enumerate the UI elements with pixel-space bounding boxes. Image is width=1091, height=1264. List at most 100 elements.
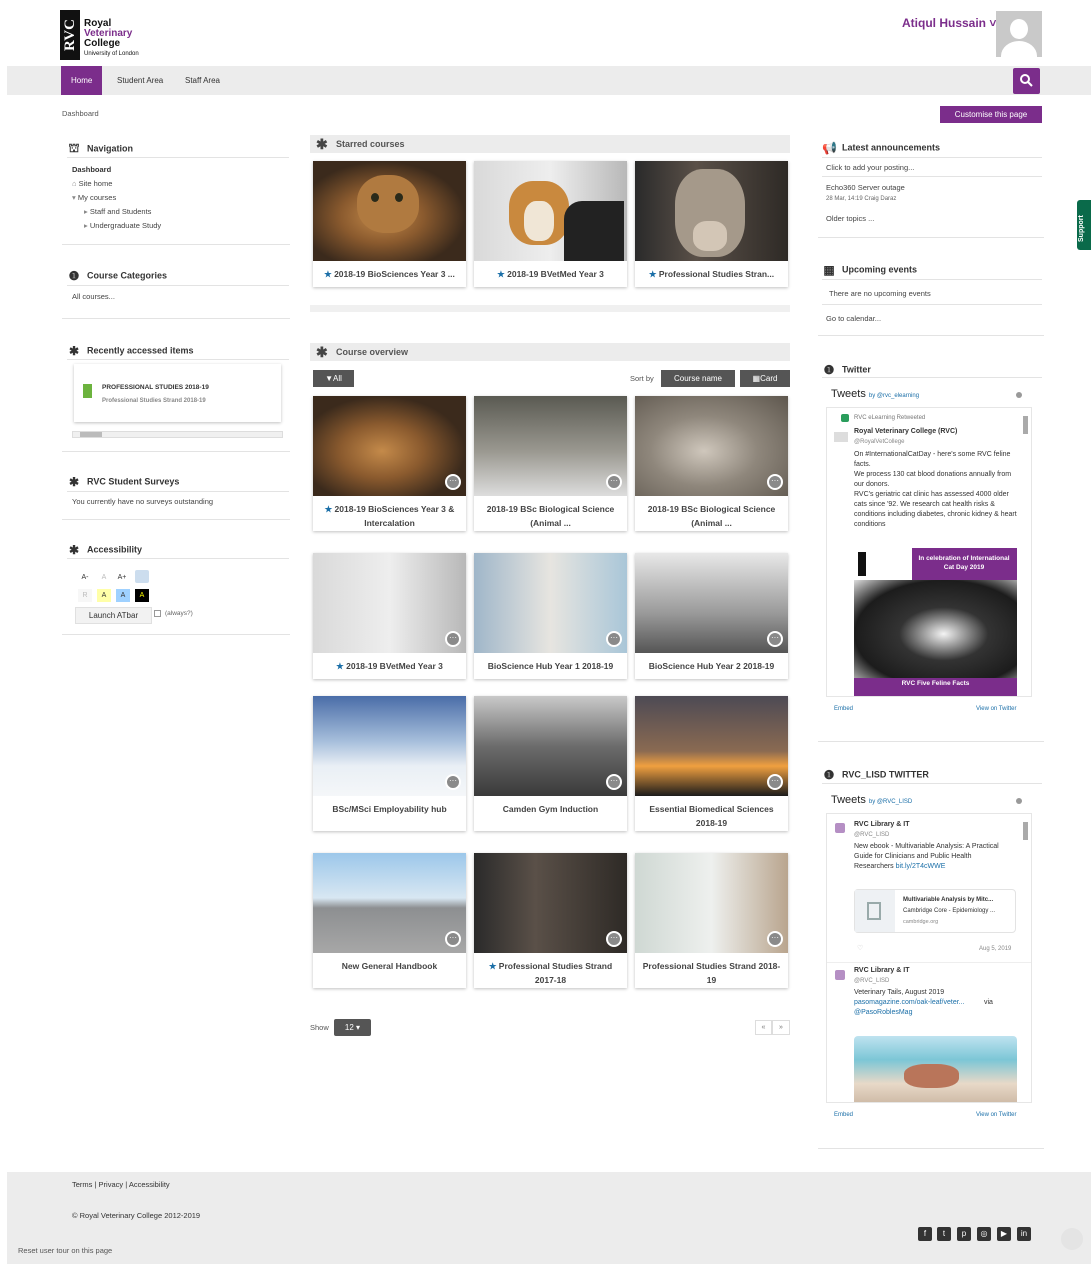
course-menu-button[interactable]: ··· bbox=[445, 631, 461, 647]
text-larger-button[interactable]: A+ bbox=[115, 571, 129, 584]
tweet-mention[interactable]: @PasoRoblesMag bbox=[854, 1008, 912, 1018]
tweet-author[interactable]: RVC Library & IT bbox=[854, 966, 910, 976]
course-menu-button[interactable]: ··· bbox=[767, 474, 783, 490]
tweet-author[interactable]: RVC Library & IT bbox=[854, 820, 910, 830]
text-reset-button[interactable]: A bbox=[97, 571, 111, 584]
reset-colours-button[interactable]: R bbox=[78, 589, 92, 602]
info-icon[interactable] bbox=[1016, 798, 1022, 804]
starred-course-card[interactable]: ★ 2018-19 BioSciences Year 3 ... bbox=[313, 161, 466, 287]
text-smaller-button[interactable]: A- bbox=[78, 571, 92, 584]
lisd-view-on-twitter-link[interactable]: View on Twitter bbox=[976, 1112, 1016, 1118]
twitter-timeline[interactable]: RVC eLearning Retweeted Royal Veterinary… bbox=[826, 407, 1032, 697]
tweet-image[interactable]: In celebration of International Cat Day … bbox=[854, 548, 1017, 696]
course-card[interactable]: ··· Camden Gym Induction bbox=[474, 696, 627, 831]
facebook-icon[interactable]: f bbox=[918, 1227, 932, 1241]
lisd-timeline[interactable]: RVC Library & IT @RVC_LISD New ebook - M… bbox=[826, 813, 1032, 1103]
back-to-top-button[interactable] bbox=[1061, 1228, 1083, 1250]
course-menu-button[interactable]: ··· bbox=[767, 631, 783, 647]
course-card[interactable]: ··· BioScience Hub Year 2 2018-19 bbox=[635, 553, 788, 679]
nav-student-area[interactable]: Student Area bbox=[107, 66, 173, 95]
course-card[interactable]: ··· BSc/MSci Employability hub bbox=[313, 696, 466, 831]
prev-page-button[interactable]: « bbox=[755, 1020, 772, 1035]
starred-scrollbar[interactable] bbox=[310, 305, 790, 312]
lisd-embed-link[interactable]: Embed bbox=[834, 1112, 853, 1118]
recent-item-card[interactable]: PROFESSIONAL STUDIES 2018-19 Professiona… bbox=[74, 364, 281, 422]
per-page-select[interactable]: 12 ▾ bbox=[334, 1019, 371, 1036]
customise-page-button[interactable]: Customise this page bbox=[940, 106, 1042, 123]
course-card[interactable]: ··· BioScience Hub Year 1 2018-19 bbox=[474, 553, 627, 679]
course-card[interactable]: ··· ★ 2018-19 BioSciences Year 3 & Interca… bbox=[313, 396, 466, 531]
instagram-icon[interactable]: ◎ bbox=[977, 1227, 991, 1241]
tweet-date[interactable]: Aug 5, 2019 bbox=[979, 944, 1011, 954]
course-card[interactable]: ··· 2018-19 BSc Biological Science (Animal… bbox=[635, 396, 788, 531]
course-menu-button[interactable]: ··· bbox=[767, 931, 783, 947]
launch-atbar-button[interactable]: Launch ATbar bbox=[75, 607, 152, 624]
nav-staff-students[interactable]: ▸ Staff and Students bbox=[84, 207, 151, 216]
pinterest-icon[interactable]: p bbox=[957, 1227, 971, 1241]
view-select[interactable]: ▦Card bbox=[740, 370, 790, 387]
recent-scrollbar[interactable] bbox=[72, 431, 283, 438]
youtube-icon[interactable]: ▶ bbox=[997, 1227, 1011, 1241]
course-card[interactable]: ··· 2018-19 BSc Biological Science (Animal… bbox=[474, 396, 627, 531]
rvc-logo[interactable]: RVC Royal Veterinary College University … bbox=[60, 10, 160, 60]
post-title[interactable]: Echo360 Server outage bbox=[826, 183, 905, 192]
nav-site-home[interactable]: ⌂ Site home bbox=[72, 179, 112, 188]
filter-all-button[interactable]: ▼All bbox=[313, 370, 354, 387]
reset-tour-link[interactable]: Reset user tour on this page bbox=[18, 1246, 112, 1255]
tweet-link[interactable]: pasomagazine.com/oak-leaf/veter... bbox=[854, 998, 965, 1008]
yellow-theme-button[interactable]: A bbox=[97, 589, 111, 602]
course-card[interactable]: ··· New General Handbook bbox=[313, 853, 466, 988]
next-page-button[interactable]: » bbox=[772, 1020, 790, 1035]
twitter-scrollbar[interactable] bbox=[1023, 416, 1028, 434]
user-menu[interactable]: Atiqul Hussain ˅ bbox=[902, 16, 996, 30]
heart-icon[interactable]: ♡ bbox=[857, 944, 863, 952]
info-icon: ❶ bbox=[823, 768, 835, 782]
tweet-image-pig[interactable] bbox=[854, 1036, 1017, 1102]
always-checkbox[interactable] bbox=[154, 610, 161, 617]
link-card[interactable]: Multivariable Analysis by Mitc... Cambri… bbox=[854, 889, 1016, 933]
course-card[interactable]: ··· Professional Studies Strand 2018- 19 bbox=[635, 853, 788, 988]
tweet-text-2: We process 130 cat blood donations annua… bbox=[854, 471, 1012, 488]
course-card[interactable]: ··· ★ 2018-19 BVetMed Year 3 bbox=[313, 553, 466, 679]
nav-home[interactable]: Home bbox=[61, 66, 103, 95]
search-button[interactable] bbox=[1013, 68, 1040, 94]
course-menu-button[interactable]: ··· bbox=[606, 474, 622, 490]
linkedin-icon[interactable]: in bbox=[1017, 1227, 1031, 1241]
info-icon[interactable] bbox=[1016, 392, 1022, 398]
footer-links[interactable]: Terms | Privacy | Accessibility bbox=[72, 1180, 170, 1189]
sort-select[interactable]: Course name bbox=[661, 370, 735, 387]
support-tab[interactable]: Support bbox=[1077, 200, 1091, 250]
nav-dashboard[interactable]: Dashboard bbox=[72, 165, 111, 174]
breadcrumb[interactable]: Dashboard bbox=[62, 109, 99, 118]
course-menu-button[interactable]: ··· bbox=[606, 931, 622, 947]
course-menu-button[interactable]: ··· bbox=[606, 631, 622, 647]
calendar-link[interactable]: Go to calendar... bbox=[826, 314, 881, 323]
course-card[interactable]: ··· ★ Professional Studies Strand 2017-18 bbox=[474, 853, 627, 988]
nav-my-courses[interactable]: ▾ My courses bbox=[72, 193, 116, 202]
view-on-twitter-link[interactable]: View on Twitter bbox=[976, 706, 1016, 712]
tweet-handle[interactable]: @RVC_LISD bbox=[854, 830, 889, 840]
tweet-author[interactable]: Royal Veterinary College (RVC) bbox=[854, 427, 957, 437]
course-card[interactable]: ··· Essential Biomedical Sciences 2018-19 bbox=[635, 696, 788, 831]
all-courses-link[interactable]: All courses... bbox=[72, 292, 115, 301]
course-menu-button[interactable]: ··· bbox=[445, 774, 461, 790]
course-menu-button[interactable]: ··· bbox=[606, 774, 622, 790]
spellcheck-icon[interactable] bbox=[135, 570, 149, 583]
blue-theme-button[interactable]: A bbox=[116, 589, 130, 602]
course-menu-button[interactable]: ··· bbox=[445, 931, 461, 947]
older-topics-link[interactable]: Older topics ... bbox=[826, 214, 874, 223]
twitter-icon[interactable]: t bbox=[937, 1227, 951, 1241]
starred-course-card[interactable]: ★ 2018-19 BVetMed Year 3 bbox=[474, 161, 627, 287]
lisd-scrollbar[interactable] bbox=[1023, 822, 1028, 840]
black-theme-button[interactable]: A bbox=[135, 589, 149, 602]
twitter-embed-link[interactable]: Embed bbox=[834, 706, 853, 712]
starred-course-card[interactable]: ★ Professional Studies Stran... bbox=[635, 161, 788, 287]
course-menu-button[interactable]: ··· bbox=[767, 774, 783, 790]
avatar[interactable] bbox=[996, 11, 1042, 57]
nav-undergraduate[interactable]: ▸ Undergraduate Study bbox=[84, 221, 161, 230]
tweet-handle[interactable]: @RVC_LISD bbox=[854, 976, 889, 986]
add-posting-link[interactable]: Click to add your posting... bbox=[826, 163, 914, 172]
tweet-handle[interactable]: @RoyalVetCollege bbox=[854, 437, 904, 447]
course-menu-button[interactable]: ··· bbox=[445, 474, 461, 490]
nav-staff-area[interactable]: Staff Area bbox=[175, 66, 230, 95]
